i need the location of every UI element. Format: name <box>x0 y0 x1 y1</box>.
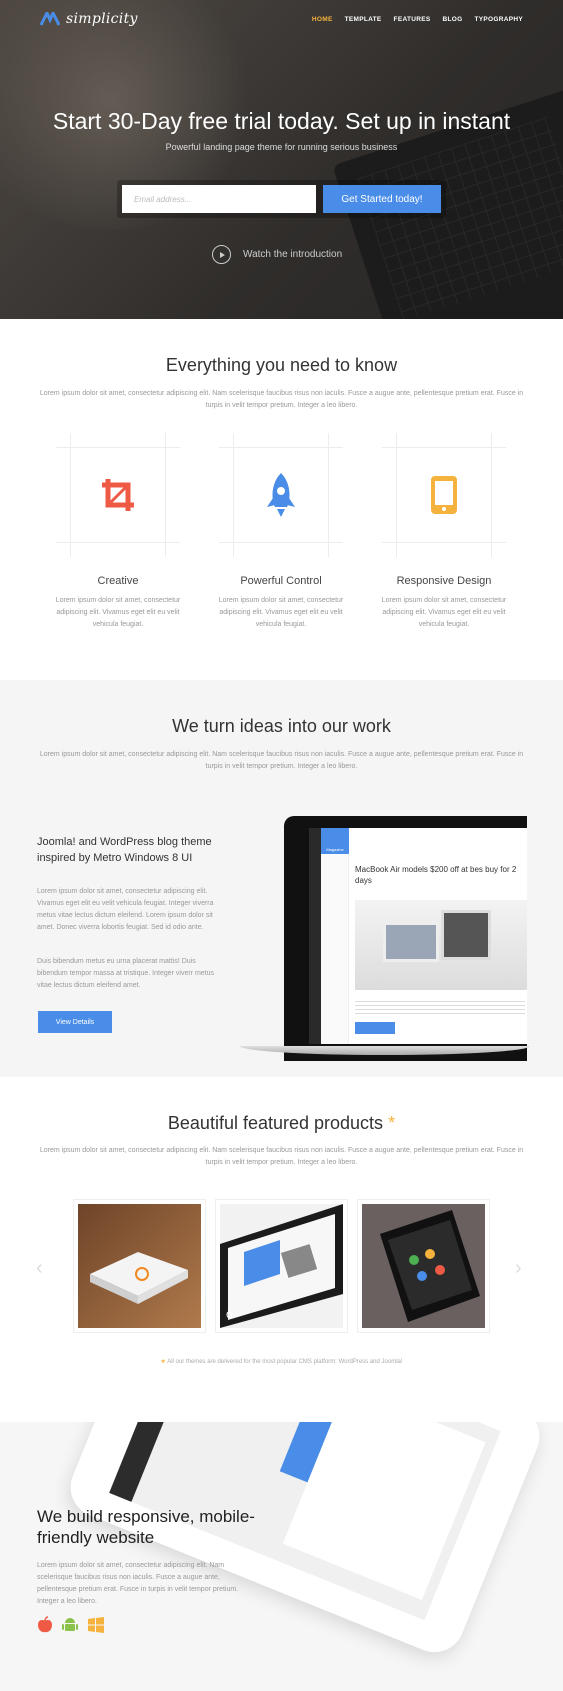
carousel-next-icon[interactable]: › <box>515 1257 522 1280</box>
watch-intro-link[interactable]: Watch the introduction <box>212 245 342 264</box>
svg-text:ó: ó <box>226 1307 233 1321</box>
hero-section: simplicity HOME TEMPLATE FEATURES BLOG T… <box>0 0 563 319</box>
screen-read-more <box>355 1022 395 1034</box>
feature-text: Lorem ipsum dolor sit amet, consectetur … <box>218 597 344 628</box>
star-icon: * <box>388 1113 396 1133</box>
work-heading: Joomla! and WordPress blog theme inspire… <box>37 836 212 864</box>
nav-features[interactable]: FEATURES <box>394 16 431 23</box>
product-card[interactable] <box>73 1199 206 1333</box>
feature-title: Creative <box>97 575 139 587</box>
hero-subtitle: Powerful landing page theme for running … <box>165 142 398 152</box>
product-card[interactable]: ó <box>215 1199 348 1333</box>
phone-icon <box>426 475 462 515</box>
work-desc: Lorem ipsum dolor sit amet, consectetur … <box>39 751 524 770</box>
platform-icons <box>37 1616 105 1634</box>
feature-title: Powerful Control <box>240 575 322 587</box>
product-image <box>362 1204 485 1328</box>
features-title: Everything you need to know <box>165 355 398 375</box>
nav-template[interactable]: TEMPLATE <box>345 16 382 23</box>
magazine-tile: Magazine <box>321 828 349 854</box>
nav-blog[interactable]: BLOG <box>443 16 463 23</box>
responsive-title: We build responsive, mobile-friendly web… <box>37 1507 255 1547</box>
view-details-button[interactable]: View Details <box>38 1011 112 1033</box>
get-started-button[interactable]: Get Started today! <box>323 185 441 213</box>
windows-icon <box>88 1617 104 1633</box>
apple-icon <box>38 1616 52 1633</box>
features-desc: Lorem ipsum dolor sit amet, consectetur … <box>39 390 524 409</box>
products-title: Beautiful featured products * <box>167 1113 396 1133</box>
screen-article-image <box>355 900 527 990</box>
feature-text: Lorem ipsum dolor sit amet, consectetur … <box>381 597 507 628</box>
crop-icon <box>100 475 136 515</box>
main-nav: HOME TEMPLATE FEATURES BLOG TYPOGRAPHY <box>312 16 523 23</box>
products-desc: Lorem ipsum dolor sit amet, consectetur … <box>39 1147 524 1166</box>
cms-note: ★ All our themes are delivered for the m… <box>160 1359 403 1365</box>
product-image <box>78 1204 201 1328</box>
carousel-prev-icon[interactable]: ‹ <box>36 1257 43 1280</box>
play-icon <box>212 245 231 264</box>
logo-icon <box>40 12 60 26</box>
nav-typography[interactable]: TYPOGRAPHY <box>474 16 523 23</box>
feature-title: Responsive Design <box>396 575 492 587</box>
hero-title: Start 30-Day free trial today. Set up in… <box>52 108 511 134</box>
email-input[interactable]: Email address... <box>122 185 316 213</box>
product-image: ó <box>220 1204 343 1328</box>
nav-home[interactable]: HOME <box>312 16 333 23</box>
logo-text: simplicity <box>66 11 138 27</box>
responsive-desc: Lorem ipsum dolor sit amet, consectetur … <box>37 1562 239 1605</box>
logo[interactable]: simplicity <box>40 11 138 27</box>
watch-label: Watch the introduction <box>243 249 343 260</box>
rocket-icon <box>263 473 299 517</box>
work-paragraph-2: Duis bibendum metus eu urna placerat mat… <box>37 958 215 989</box>
product-card[interactable] <box>357 1199 490 1333</box>
work-title: We turn ideas into our work <box>172 716 391 736</box>
screen-article-title: MacBook Air models $200 off at bes buy f… <box>355 865 517 885</box>
signup-form: Email address... Get Started today! <box>117 180 446 218</box>
star-icon: ★ <box>160 1359 166 1365</box>
feature-text: Lorem ipsum dolor sit amet, consectetur … <box>55 597 181 628</box>
android-icon <box>62 1618 78 1631</box>
work-paragraph-1: Lorem ipsum dolor sit amet, consectetur … <box>37 888 214 931</box>
macbook-mockup: Magazine MacBook Air models $200 off at … <box>240 816 530 1061</box>
responsive-section: We build responsive, mobile-friendly web… <box>0 1422 563 1691</box>
